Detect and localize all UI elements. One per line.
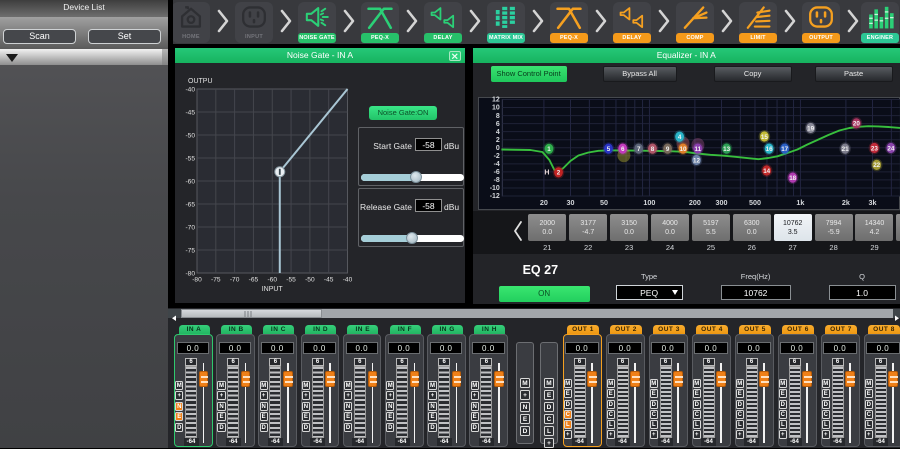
svg-text:-4: -4 (493, 161, 499, 168)
svg-text:10: 10 (679, 146, 686, 153)
svg-text:OUTPU: OUTPU (188, 78, 213, 85)
svg-text:-40: -40 (185, 86, 195, 93)
svg-text:-80: -80 (185, 270, 195, 277)
svg-text:INPUT: INPUT (262, 286, 284, 293)
svg-text:-2: -2 (493, 153, 499, 160)
svg-text:3k: 3k (868, 198, 876, 207)
svg-text:2: 2 (496, 137, 500, 144)
svg-text:1k: 1k (796, 198, 804, 207)
svg-text:7: 7 (637, 146, 641, 153)
svg-text:4: 4 (677, 134, 681, 141)
svg-text:23: 23 (870, 145, 877, 152)
svg-text:19: 19 (807, 125, 814, 132)
svg-text:11: 11 (694, 146, 701, 153)
svg-text:300: 300 (715, 198, 727, 207)
svg-text:0: 0 (496, 145, 500, 152)
svg-text:-50: -50 (185, 132, 195, 139)
svg-text:-75: -75 (211, 277, 221, 284)
svg-text:-65: -65 (185, 201, 195, 208)
svg-text:-40: -40 (343, 277, 353, 284)
svg-text:14: 14 (763, 168, 770, 175)
svg-text:-8: -8 (493, 177, 499, 184)
svg-text:-50: -50 (305, 277, 315, 284)
svg-text:-6: -6 (493, 169, 499, 176)
svg-text:H: H (544, 169, 549, 176)
svg-text:500: 500 (749, 198, 761, 207)
svg-text:20: 20 (539, 198, 547, 207)
svg-text:12: 12 (492, 97, 500, 104)
svg-text:6: 6 (496, 121, 500, 128)
svg-text:2: 2 (556, 170, 560, 177)
svg-text:16: 16 (765, 146, 772, 153)
svg-text:1: 1 (547, 146, 551, 153)
svg-text:20: 20 (852, 121, 859, 128)
svg-text:-65: -65 (249, 277, 259, 284)
svg-text:22: 22 (873, 162, 880, 169)
svg-text:13: 13 (723, 146, 730, 153)
svg-text:12: 12 (693, 157, 700, 164)
svg-text:-80: -80 (192, 277, 202, 284)
svg-text:9: 9 (665, 146, 669, 153)
svg-text:30: 30 (566, 198, 574, 207)
svg-text:-55: -55 (286, 277, 296, 284)
svg-text:18: 18 (789, 175, 796, 182)
svg-text:21: 21 (841, 146, 848, 153)
svg-text:-12: -12 (489, 193, 499, 200)
svg-text:-55: -55 (185, 155, 195, 162)
svg-text:-10: -10 (489, 185, 499, 192)
svg-text:-60: -60 (267, 277, 277, 284)
svg-text:-45: -45 (324, 277, 334, 284)
svg-text:8: 8 (496, 113, 500, 120)
svg-text:-45: -45 (185, 109, 195, 116)
svg-text:6: 6 (621, 146, 625, 153)
svg-text:8: 8 (650, 146, 654, 153)
svg-text:24: 24 (887, 145, 894, 152)
svg-text:5: 5 (606, 146, 610, 153)
svg-text:100: 100 (643, 198, 655, 207)
svg-text:200: 200 (688, 198, 700, 207)
svg-text:10: 10 (492, 105, 500, 112)
svg-text:4: 4 (496, 129, 500, 136)
svg-text:-70: -70 (230, 277, 240, 284)
svg-text:-60: -60 (185, 178, 195, 185)
svg-text:-70: -70 (185, 224, 195, 231)
svg-text:50: 50 (600, 198, 608, 207)
svg-text:2k: 2k (841, 198, 849, 207)
svg-text:15: 15 (760, 134, 767, 141)
svg-text:-75: -75 (185, 247, 195, 254)
svg-text:17: 17 (781, 146, 788, 153)
